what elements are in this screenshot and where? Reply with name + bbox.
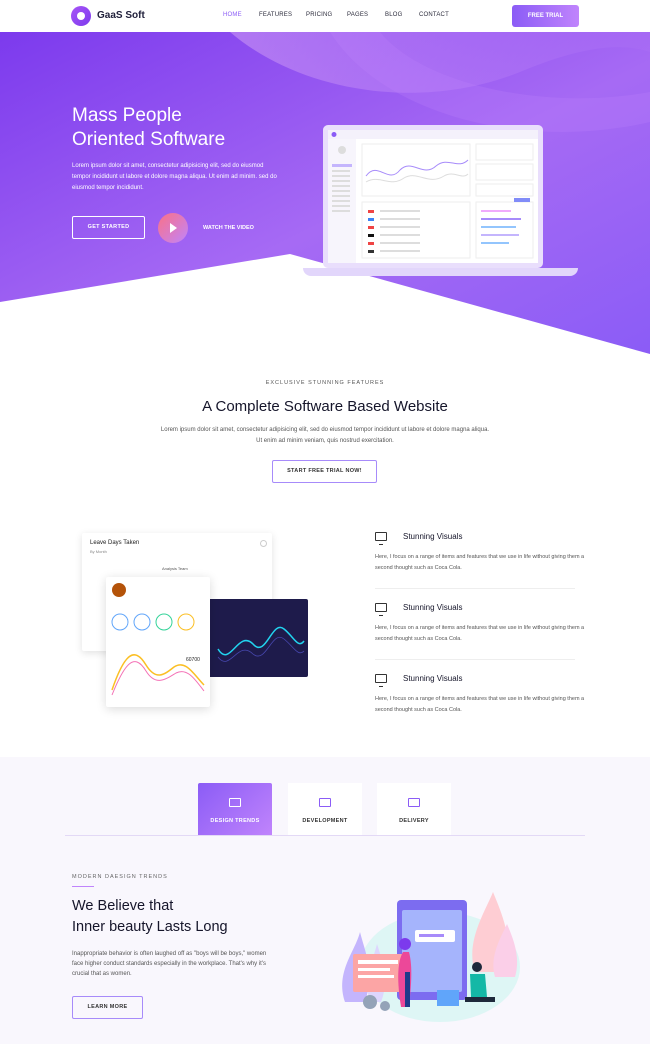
start-free-trial-button[interactable]: START FREE TRIAL NOW!: [272, 460, 377, 483]
wave-chart: [217, 626, 305, 662]
nav-blog[interactable]: BLOG: [385, 12, 402, 18]
dashboard-illustration: [328, 130, 538, 263]
leave-days-subtitle: By Month: [90, 549, 107, 554]
hero-title: Mass People Oriented Software: [72, 104, 312, 152]
trends-title-line1: We Believe that: [72, 898, 174, 914]
monitor-icon: [408, 798, 420, 807]
monitor-icon: [229, 798, 241, 807]
trends-description: Inappropriate behavior is often laughed …: [72, 951, 267, 977]
nav-pages[interactable]: PAGES: [347, 12, 368, 18]
avatar: [112, 583, 126, 597]
feature-text-2: Here, I focus on a range of items and fe…: [375, 625, 585, 642]
dashboard-screen: [328, 130, 538, 263]
hero-section: Mass People Oriented Software Lorem ipsu…: [0, 32, 650, 354]
monitor-icon: [375, 674, 387, 687]
tabs-underline: [65, 835, 585, 836]
features-eyebrow: EXCLUSIVE STUNNING FEATURES: [265, 380, 385, 386]
nav-home[interactable]: HOME: [223, 12, 242, 18]
feature-divider: [375, 659, 575, 660]
nav-contact[interactable]: CONTACT: [419, 12, 449, 18]
top-navbar: GaaS Soft HOME FEATURES PRICING PAGES BL…: [0, 0, 650, 32]
features-illustration: Leave Days Taken By Month Analysis Team …: [80, 533, 310, 713]
card-value: 60700: [186, 657, 200, 663]
tab-design-trends[interactable]: DESIGN TRENDS: [198, 783, 272, 835]
watch-video-link[interactable]: WATCH THE VIDEO: [203, 225, 254, 231]
learn-more-button[interactable]: LEARN MORE: [72, 996, 143, 1019]
brand-logo-icon[interactable]: [71, 6, 91, 26]
play-video-icon[interactable]: [158, 213, 188, 243]
tab-delivery[interactable]: DELIVERY: [377, 783, 451, 835]
tab-development[interactable]: DEVELOPMENT: [288, 783, 362, 835]
trends-eyebrow: MODERN DAESIGN TRENDS: [72, 874, 168, 880]
tab-label: DEVELOPMENT: [302, 818, 348, 824]
wave-chart-card: [208, 599, 308, 677]
profile-card: 60700: [106, 577, 210, 707]
profile-card-charts: [111, 613, 205, 696]
design-trends-illustration: [342, 892, 520, 1022]
feature-divider: [375, 588, 575, 589]
hero-description: Lorem ipsum dolor sit amet, consectetur …: [72, 163, 277, 191]
free-trial-button[interactable]: FREE TRIAL: [512, 5, 579, 27]
features-description: Lorem ipsum dolor sit amet, consectetur …: [160, 427, 490, 444]
monitor-icon: [375, 603, 387, 616]
monitor-icon: [375, 532, 387, 545]
trends-title: We Believe that Inner beauty Lasts Long: [72, 896, 292, 938]
hero-title-line1: Mass People: [72, 105, 182, 126]
monitor-icon: [319, 798, 331, 807]
analysis-team-label: Analysis Team: [162, 566, 188, 571]
eyebrow-underline: [72, 886, 94, 887]
features-title: A Complete Software Based Website: [202, 398, 448, 415]
feature-text-3: Here, I focus on a range of items and fe…: [375, 696, 585, 713]
hero-title-line2: Oriented Software: [72, 129, 226, 150]
nav-pricing[interactable]: PRICING: [306, 12, 332, 18]
card-menu-icon[interactable]: [260, 540, 267, 547]
feature-title-1: Stunning Visuals: [403, 532, 463, 541]
get-started-button[interactable]: GET STARTED: [72, 216, 145, 239]
feature-text-1: Here, I focus on a range of items and fe…: [375, 554, 585, 571]
nav-features[interactable]: FEATURES: [259, 12, 292, 18]
leave-days-title: Leave Days Taken: [90, 540, 140, 546]
brand-name[interactable]: GaaS Soft: [97, 10, 145, 21]
feature-title-3: Stunning Visuals: [403, 674, 463, 683]
laptop-base: [303, 268, 578, 276]
trends-title-line2: Inner beauty Lasts Long: [72, 919, 228, 935]
tab-label: DESIGN TRENDS: [210, 818, 260, 824]
tab-label: DELIVERY: [399, 818, 429, 824]
laptop-dashboard-mockup: [323, 125, 543, 268]
feature-title-2: Stunning Visuals: [403, 603, 463, 612]
